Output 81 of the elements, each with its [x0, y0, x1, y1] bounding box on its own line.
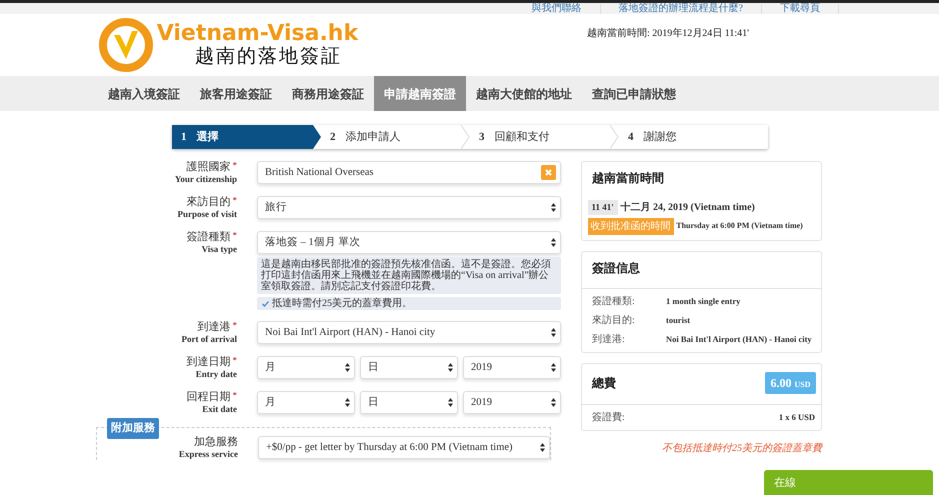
clock-text: 11 41'	[588, 200, 618, 215]
badge-note: Thursday at 6:00 PM (Vietnam time)	[676, 220, 803, 232]
info-label: 來訪目的:	[592, 314, 636, 328]
field-label: 來訪目的	[186, 196, 230, 208]
panel-title: 簽證信息	[591, 260, 641, 278]
required-mark: *	[232, 160, 237, 170]
select-field[interactable]: 旅行	[257, 196, 561, 219]
info-value: 1 month single entry	[666, 295, 740, 308]
field-label: 回程日期	[186, 391, 230, 403]
select-field[interactable]: 日	[360, 391, 458, 414]
field-label: 到達日期	[186, 356, 230, 368]
fee-label: 簽證費:	[592, 410, 626, 425]
chevron-icon	[610, 125, 619, 149]
required-mark: *	[232, 320, 237, 330]
field-label: 護照國家	[186, 161, 230, 173]
updown-caret-icon	[551, 398, 556, 407]
updown-caret-icon	[345, 398, 350, 407]
field-label: 加急服務	[194, 436, 238, 448]
info-label: 簽證種類:	[592, 294, 636, 309]
select-field[interactable]: 月	[257, 356, 355, 379]
nav-tab[interactable]: 查詢已申請狀態	[582, 76, 686, 111]
top-link[interactable]: 與我們聯絡	[514, 4, 601, 14]
nav-tab[interactable]: 越南入境簽証	[98, 76, 190, 111]
chevron-icon	[461, 125, 470, 149]
info-note: 這是越南由移民部批准的簽證預先核准信函。這不是簽證。您必須打印這封信函用來上飛機並在越南國際機場的“Visa on arrival”辦公室領取簽證。請別忘記支付簽證印花費。	[257, 257, 561, 294]
date-text: 十二月 24, 2019 (Vietnam time)	[620, 200, 755, 215]
time-badge: 收到批准函的時間	[588, 218, 674, 235]
logo-text: Vietnam-Visa.hk	[156, 22, 358, 46]
nav-tab[interactable]: 商務用途簽証	[282, 76, 374, 111]
select-field[interactable]: 日	[360, 356, 458, 379]
info-label: 到達港:	[592, 332, 626, 347]
select-field[interactable]: 月	[257, 391, 355, 414]
updown-caret-icon	[345, 363, 350, 372]
check-note: 抵達時需付25美元的蓋章費用。	[272, 298, 412, 309]
required-mark: *	[232, 195, 237, 205]
logo-icon	[98, 17, 154, 73]
section-legend: 附加服務	[107, 418, 159, 438]
field-label: 到達港	[198, 321, 230, 333]
select-field[interactable]: 2019	[463, 356, 561, 379]
logo-tagline: 越南的落地簽証	[194, 46, 343, 68]
current-time-text: 越南當前時間: 2019年12月24日 11:41'	[587, 26, 749, 40]
select-field[interactable]: 落地簽 – 1個月 單次	[257, 231, 561, 254]
field-sublabel: Entry date	[194, 368, 237, 380]
nav-tab[interactable]: 旅客用途簽証	[190, 76, 282, 111]
field-sublabel: Your citizenship	[174, 173, 237, 185]
panel-title: 越南當前時間	[591, 170, 665, 187]
field-sublabel: Visa type	[200, 243, 237, 255]
updown-caret-icon	[551, 363, 556, 372]
required-mark: *	[232, 355, 237, 365]
field-sublabel: Express service	[178, 448, 238, 460]
updown-caret-icon	[448, 363, 453, 372]
wizard-step[interactable]: 3 回顧和支付	[470, 125, 619, 149]
info-value: Noi Bai Int'l Airport (HAN) - Hanoi city	[666, 333, 812, 346]
check-icon	[262, 300, 269, 306]
field-sublabel: Purpose of visit	[176, 208, 237, 220]
select-field[interactable]: Noi Bai Int'l Airport (HAN) - Hanoi city	[257, 321, 561, 344]
updown-caret-icon	[540, 443, 545, 452]
field-label: 簽證種類	[186, 231, 230, 243]
updown-caret-icon	[448, 398, 453, 407]
wizard-step[interactable]: 1 選擇	[172, 125, 321, 149]
clear-icon[interactable]	[541, 165, 556, 180]
top-link[interactable]: 下載尋頁	[762, 4, 839, 14]
info-value: tourist	[666, 314, 690, 327]
top-link[interactable]: 落地簽證的辦理流程是什麼?	[600, 4, 762, 14]
nav-tab[interactable]: 越南大使館的地址	[466, 76, 582, 111]
price-badge: 6.00 USD	[765, 372, 816, 394]
select-field[interactable]: 2019	[463, 391, 561, 414]
required-mark: *	[232, 390, 237, 400]
updown-caret-icon	[551, 203, 556, 212]
updown-caret-icon	[551, 238, 556, 247]
wizard-step[interactable]: 2 添加申請人	[321, 125, 470, 149]
input-field[interactable]: British National Overseas	[257, 161, 561, 184]
required-mark: *	[232, 230, 237, 240]
updown-caret-icon	[551, 328, 556, 337]
fee-value: 1 x 6 USD	[778, 410, 815, 424]
field-sublabel: Exit date	[201, 403, 237, 415]
wizard-step[interactable]: 4 謝謝您	[619, 125, 768, 149]
fee-footnote: 不包括抵達時付25美元的簽證蓋章費	[661, 442, 822, 456]
select-field[interactable]: +$0/pp - get letter by Thursday at 6:00 PM (Vietnam time)	[258, 436, 550, 459]
field-sublabel: Port of arrival	[180, 333, 237, 345]
panel-title: 總費	[590, 374, 617, 392]
